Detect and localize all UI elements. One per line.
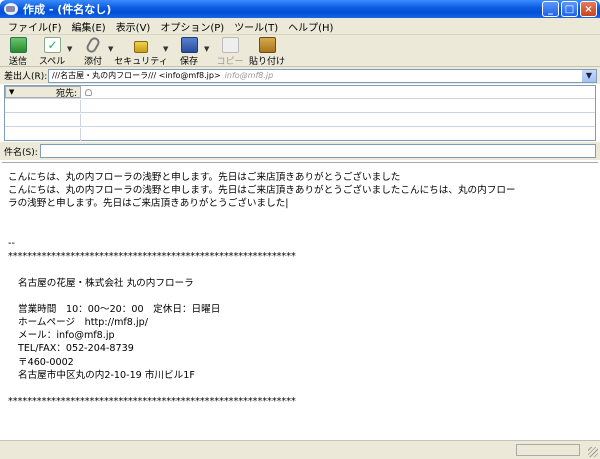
menu-tools[interactable]: ツール(T) <box>229 19 283 34</box>
security-dropdown[interactable]: ▼ <box>163 37 172 53</box>
addr-row-empty <box>5 114 595 127</box>
addr-type-label: 宛先: <box>55 88 77 99</box>
body-line: こんにちは、丸の内フローラの浅野と申します。先日はご来店頂きありがとうございまし… <box>8 185 516 197</box>
addr-input-empty[interactable] <box>81 114 595 126</box>
spell-icon <box>43 37 61 53</box>
lock-icon <box>134 41 148 53</box>
menu-file[interactable]: ファイル(F) <box>3 19 67 34</box>
status-bar <box>0 440 600 459</box>
attach-dropdown[interactable]: ▼ <box>108 37 117 53</box>
security-button[interactable]: セキュリティ <box>114 37 168 67</box>
body-line <box>8 263 592 276</box>
save-icon <box>180 37 198 53</box>
body-line: 〒460-0002 <box>18 356 74 368</box>
body-line: こんにちは、丸の内フローラの浅野と申します。先日はご来店頂きありがとうございまし… <box>8 172 401 183</box>
menu-options[interactable]: オプション(P) <box>155 19 229 34</box>
send-label: 送信 <box>8 57 27 67</box>
addr-row: ▼ 宛先: <box>5 86 595 99</box>
toolbar: 送信 スペル ▼ 添付 ▼ セキュリティ ▼ 保存 ▼ コピー 貼り付け <box>0 35 600 67</box>
copy-icon <box>221 37 239 53</box>
subject-row: 件名(S): <box>0 142 600 160</box>
send-icon <box>9 37 27 53</box>
menu-edit[interactable]: 編集(E) <box>67 19 111 34</box>
body-line <box>8 211 592 224</box>
spell-dropdown[interactable]: ▼ <box>67 37 76 53</box>
body-line: メール：info@mf8.jp <box>18 330 115 342</box>
attach-label: 添付 <box>83 57 102 67</box>
resize-grip-icon[interactable] <box>588 447 598 457</box>
body-line: 営業時間 10：00～20：00 定休日：日曜日 <box>18 303 221 315</box>
body-line: -- <box>8 237 15 249</box>
body-line: 名古屋の花屋・株式会社 丸の内フローラ <box>18 277 194 289</box>
body-line: ****************************************… <box>8 251 296 263</box>
menu-view[interactable]: 表示(V) <box>111 19 156 34</box>
menu-bar: ファイル(F) 編集(E) 表示(V) オプション(P) ツール(T) ヘルプ(… <box>0 18 600 35</box>
body-line: ****************************************… <box>8 396 296 408</box>
body-line <box>8 290 592 303</box>
from-select[interactable]: ///名古屋・丸の内フローラ/// <info@mf8.jp> info@mf8… <box>48 68 597 83</box>
send-button[interactable]: 送信 <box>3 37 33 67</box>
body-line <box>8 382 592 395</box>
body-line: 名古屋市中区丸の内2-10-19 市川ビル1F <box>18 369 195 381</box>
paste-icon <box>258 37 276 53</box>
attach-icon <box>84 35 102 55</box>
save-dropdown[interactable]: ▼ <box>204 37 213 53</box>
paste-button[interactable]: 貼り付け <box>249 37 285 67</box>
save-button[interactable]: 保存 <box>174 37 204 67</box>
status-pane <box>516 444 580 456</box>
chevron-down-icon[interactable]: ▼ <box>582 69 596 82</box>
paste-label: 貼り付け <box>249 57 286 67</box>
spell-label: スペル <box>38 57 66 67</box>
addr-row-empty <box>5 100 595 113</box>
subject-label: 件名(S): <box>4 147 38 158</box>
security-label: セキュリティ <box>114 57 168 67</box>
body-line: TEL/FAX：052-204-8739 <box>18 343 134 355</box>
save-label: 保存 <box>179 57 198 67</box>
from-label: 差出人(R): <box>4 72 48 82</box>
spell-button[interactable]: スペル <box>37 37 67 67</box>
person-icon <box>85 88 92 96</box>
addr-type-select[interactable]: ▼ 宛先: <box>5 86 81 99</box>
close-button[interactable]: × <box>580 1 597 17</box>
addr-input[interactable] <box>81 86 595 98</box>
from-hint: info@mf8.jp <box>224 71 274 80</box>
body-line <box>8 224 592 237</box>
maximize-button[interactable]: □ <box>561 1 578 17</box>
body-line: ラの浅野と申します。先日はご来店頂きありがとうございました| <box>8 198 289 210</box>
from-value: ///名古屋・丸の内フローラ/// <info@mf8.jp> <box>52 71 221 80</box>
subject-input[interactable] <box>40 144 596 158</box>
addressing-area: ▼ 宛先: <box>4 85 596 141</box>
chevron-down-icon: ▼ <box>9 88 15 96</box>
copy-button[interactable]: コピー <box>215 37 245 67</box>
addr-row-empty <box>5 128 595 141</box>
copy-label: コピー <box>216 57 244 67</box>
window-title: 作成 - (件名なし) <box>23 3 112 16</box>
addr-type-empty[interactable] <box>5 128 81 141</box>
message-body[interactable]: こんにちは、丸の内フローラの浅野と申します。先日はご来店頂きありがとうございまし… <box>2 162 598 439</box>
addr-input-empty[interactable] <box>81 128 595 141</box>
minimize-button[interactable]: _ <box>542 1 559 17</box>
menu-help[interactable]: ヘルプ(H) <box>283 19 338 34</box>
title-bar: 作成 - (件名なし) _ □ × <box>0 0 600 18</box>
body-line: ホームページ http://mf8.jp/ <box>18 317 148 329</box>
attach-button[interactable]: 添付 <box>78 35 108 67</box>
from-row: 差出人(R): ///名古屋・丸の内フローラ/// <info@mf8.jp> … <box>0 67 600 84</box>
addr-type-empty[interactable] <box>5 114 81 126</box>
app-icon <box>4 3 18 15</box>
addr-type-empty[interactable] <box>5 100 81 112</box>
addr-input-empty[interactable] <box>81 100 595 112</box>
